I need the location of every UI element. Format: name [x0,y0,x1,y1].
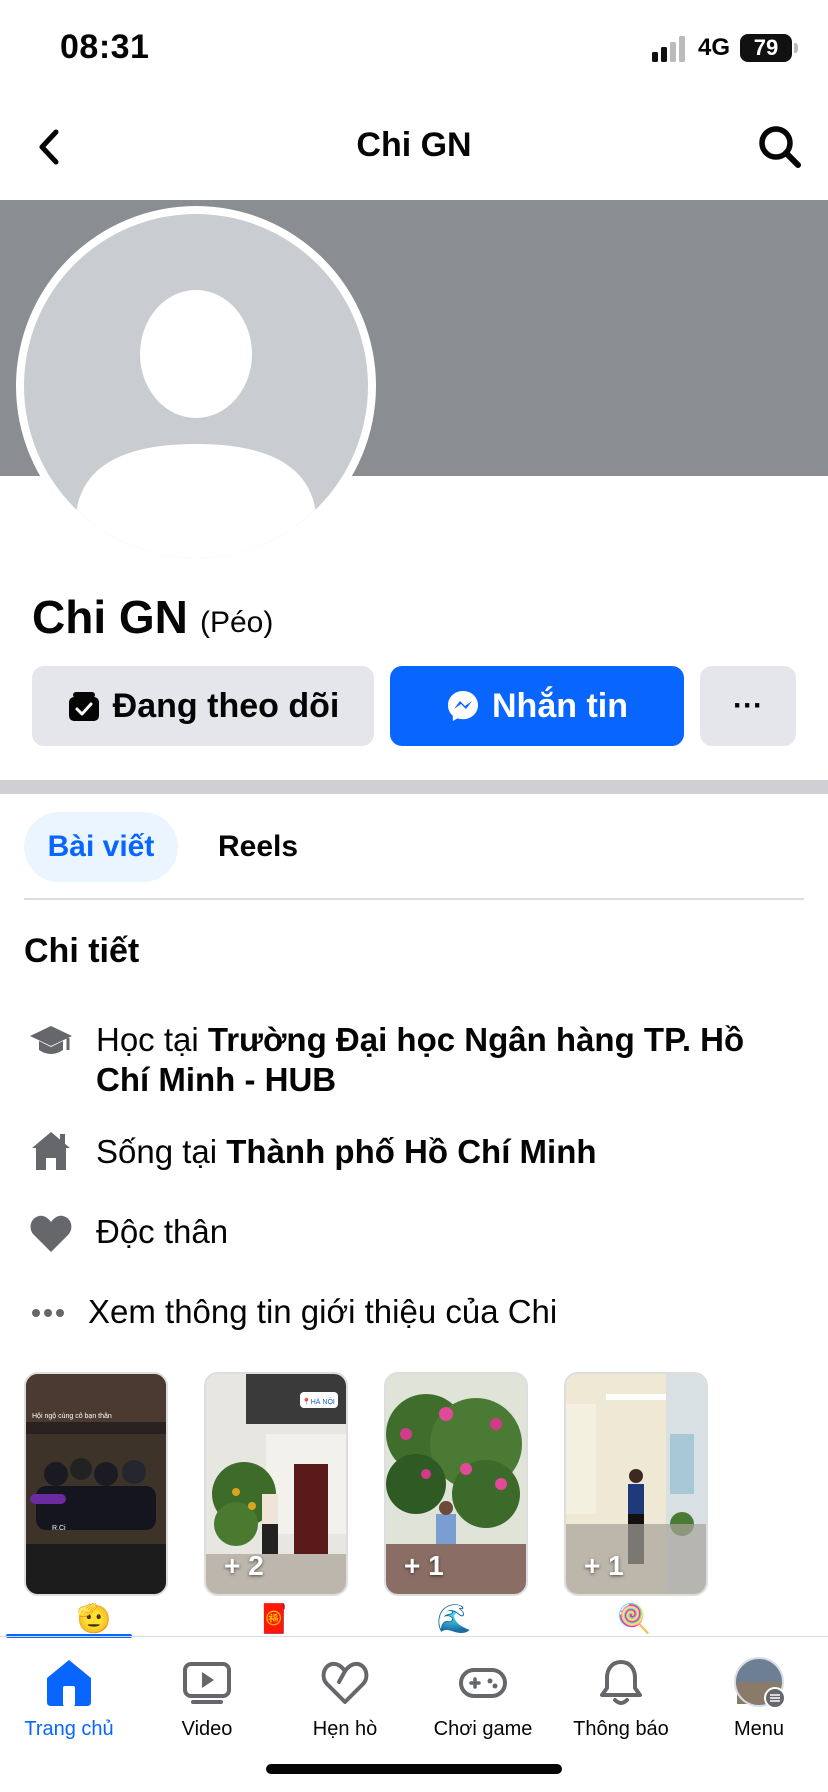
battery-indicator: 79 [740,34,798,62]
highlight-story-1[interactable]: Hội ngộ cùng cô bạn thân R.Ci [24,1372,168,1596]
message-button-label: Nhắn tin [492,686,628,725]
profile-nickname: (Péo) [200,606,274,639]
following-check-icon [68,692,99,721]
graduation-cap-icon [30,1026,72,1054]
following-button[interactable]: Đang theo dõi [32,666,374,746]
nav-home[interactable]: Trang chủ [0,1650,138,1750]
nav-gaming-label: Chơi game [433,1718,533,1740]
home-icon [32,1132,70,1170]
detail-education-prefix: Học tại [96,1021,208,1058]
highlight-3-count: + 1 [404,1550,444,1581]
video-icon [183,1662,231,1704]
gamepad-icon [459,1668,507,1698]
highlight-story-2[interactable]: 📍HÀ NỘI + 2 [204,1372,348,1596]
section-divider [0,780,828,794]
network-type: 4G [698,34,731,61]
more-dots-icon [32,1309,64,1317]
heart-icon [30,1215,72,1252]
nav-menu[interactable]: Menu [690,1650,828,1750]
nav-video[interactable]: Video [138,1650,276,1750]
highlight-story-4[interactable]: + 1 [564,1372,708,1596]
detail-residence: Sống tại Thành phố Hồ Chí Minh [96,1132,776,1172]
highlight-4-count: + 1 [584,1550,624,1581]
highlight-3-emoji: 🌊 [436,1603,472,1634]
home-indicator [266,1764,562,1774]
default-avatar-icon [76,290,316,558]
more-options-button[interactable]: ··· [700,666,796,746]
highlight-2-emoji: 🧧 [256,1603,292,1634]
profile-avatar[interactable] [24,214,368,558]
nav-menu-label: Menu [733,1718,785,1740]
nav-home-label: Trang chủ [24,1718,114,1740]
bell-icon [600,1660,642,1705]
nav-dating-label: Hẹn hò [312,1718,378,1740]
profile-name: Chi GN [32,591,188,643]
detail-residence-city[interactable]: Thành phố Hồ Chí Minh [226,1133,596,1170]
nav-notifications[interactable]: Thông báo [552,1650,690,1750]
following-button-label: Đang theo dõi [112,686,340,725]
avatar-menu-icon [734,1657,785,1708]
tab-posts[interactable]: Bài viết [24,812,178,882]
highlight-story-3[interactable]: + 1 [384,1372,528,1596]
see-about-info-link[interactable]: Xem thông tin giới thiệu của Chi [88,1292,768,1332]
highlight-2-count: + 2 [224,1550,264,1581]
highlight-photo-1: Hội ngộ cùng cô bạn thân R.Ci [26,1374,166,1594]
highlight-2-location-sticker: 📍HÀ NỘI [302,1397,335,1406]
detail-education: Học tại Trường Đại học Ngân hàng TP. Hồ … [96,1020,776,1100]
highlight-1-emoji: 🫡 [76,1603,112,1634]
search-icon[interactable] [756,122,804,172]
highlight-4-emoji: 🍭 [616,1603,652,1634]
detail-relationship: Độc thân [96,1213,229,1250]
nav-gaming[interactable]: Chơi game [414,1650,552,1750]
nav-dating[interactable]: Hẹn hò [276,1650,414,1750]
nav-notifications-label: Thông báo [573,1718,669,1740]
signal-icon [652,36,685,62]
highlight-1-caption: R.Ci [52,1525,66,1532]
dating-heart-icon [321,1661,369,1704]
highlight-1-overlay-text: Hội ngộ cùng cô bạn thân [32,1413,112,1420]
nav-video-label: Video [181,1718,233,1740]
tab-reels[interactable]: Reels [218,812,298,882]
page-title: Chi GN [356,126,472,164]
bottom-nav-divider [0,1636,828,1637]
status-time: 08:31 [60,28,150,66]
tabs-divider [24,898,804,900]
message-button[interactable]: Nhắn tin [390,666,684,746]
messenger-icon [448,691,478,721]
home-icon [47,1660,91,1706]
details-title: Chi tiết [24,932,140,970]
detail-residence-prefix: Sống tại [96,1133,227,1170]
